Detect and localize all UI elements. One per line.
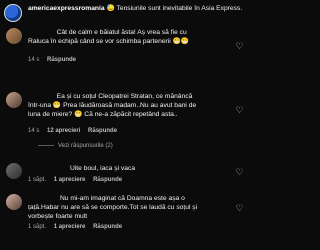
commenter-avatar[interactable] xyxy=(6,92,22,108)
redacted-username: xxxxxxxxx xyxy=(28,194,59,203)
redacted-username: xxxxxxxx xyxy=(28,92,55,101)
caption-emoji: 😓 xyxy=(106,5,115,12)
caption-username[interactable]: americaexpressromania xyxy=(28,5,105,12)
comment-line-1: Cât de calm e băiatul ăsta! Aș vrea să f… xyxy=(56,29,187,36)
comment-text: xxxxxxxxx Nu mi-am imaginat că Doamna es… xyxy=(28,194,228,221)
comment-line-2: țață.Habar nu are să se comporte.Tot se … xyxy=(28,204,198,211)
heart-icon[interactable]: ♡ xyxy=(235,42,244,51)
comment-line-1: Ea și cu soțul Cleopatrei Stratan, ce mă… xyxy=(56,93,193,100)
reply-button[interactable]: Răspunde xyxy=(93,224,122,230)
commenter-avatar[interactable] xyxy=(6,194,22,210)
comment-line-1: Nu mi-am imaginat că Doamna este așa o xyxy=(59,195,185,202)
comment-meta: 1 săpt. 1 apreciere Răspunde xyxy=(28,177,128,183)
comment-line-2b: Prea lăudăroasă madam..Nu au avut bani d… xyxy=(63,102,197,109)
heart-icon[interactable]: ♡ xyxy=(235,106,244,115)
caption-text: americaexpressromania 😓 Tensiunile sunt … xyxy=(28,4,244,13)
comment-time: 1 săpt. xyxy=(28,224,47,230)
comment-text: xxxxxxxx Cât de calm e băiatul ăsta! Aș … xyxy=(28,28,228,46)
profile-avatar[interactable] xyxy=(4,4,22,22)
comment-line-2: Raluca în echipă când se vor schimba par… xyxy=(28,38,171,45)
heart-icon[interactable]: ♡ xyxy=(235,168,244,177)
comment-meta: 14 s Răspunde xyxy=(28,57,82,63)
comment-time: 14 s xyxy=(28,128,40,134)
comment-meta: 1 săpt. 1 apreciere Răspunde xyxy=(28,224,128,230)
comment-2: xxxxxxxx Ea și cu soțul Cleopatrei Strat… xyxy=(0,88,250,158)
reply-button[interactable]: Răspunde xyxy=(88,128,117,134)
comment-line-3: vorbește foarte mult xyxy=(28,213,88,220)
view-replies-button[interactable]: Vezi răspunsurile (2) xyxy=(38,143,113,149)
comment-line-1: Uite boul, iaca și vaca xyxy=(69,165,136,172)
likes-count[interactable]: 12 aprecieri xyxy=(47,128,80,134)
comment-text: xxxxxxxxxxxx Uite boul, iaca și vaca xyxy=(28,164,228,173)
comment-meta: 14 s 12 aprecieri Răspunde xyxy=(28,128,123,134)
heart-icon[interactable]: ♡ xyxy=(235,204,244,213)
caption-row: americaexpressromania 😓 Tensiunile sunt … xyxy=(0,0,250,24)
comment-time: 14 s xyxy=(28,57,40,63)
comment-line-2: într-una xyxy=(28,102,52,109)
commenter-avatar[interactable] xyxy=(6,28,22,44)
likes-count[interactable]: 1 apreciere xyxy=(54,177,86,183)
redacted-username: xxxxxxxxxxxx xyxy=(28,164,69,173)
emoji-grin: 😁 xyxy=(52,102,62,109)
comment-4: xxxxxxxxx Nu mi-am imaginat că Doamna es… xyxy=(0,190,250,250)
comment-1: xxxxxxxx Cât de calm e băiatul ăsta! Aș … xyxy=(0,24,250,84)
comment-text: xxxxxxxx Ea și cu soțul Cleopatrei Strat… xyxy=(28,92,228,119)
emoji-grin: 😁 xyxy=(74,111,83,118)
emoji-grin: 😁😁 xyxy=(172,38,190,45)
caption-body: Tensiunile sunt inevitabile în Asia Expr… xyxy=(116,5,243,12)
reply-button[interactable]: Răspunde xyxy=(93,177,122,183)
comment-time: 1 săpt. xyxy=(28,177,47,183)
comment-3: xxxxxxxxxxxx Uite boul, iaca și vaca 1 s… xyxy=(0,160,250,190)
redacted-username: xxxxxxxx xyxy=(28,28,55,37)
reply-button[interactable]: Răspunde xyxy=(47,57,76,63)
comment-line-3: luna de miere? xyxy=(28,111,73,118)
commenter-avatar[interactable] xyxy=(6,163,22,179)
comment-line-3b: Că ne-a zăpăcit repetând asta.. xyxy=(84,111,178,118)
likes-count[interactable]: 1 apreciere xyxy=(54,224,86,230)
